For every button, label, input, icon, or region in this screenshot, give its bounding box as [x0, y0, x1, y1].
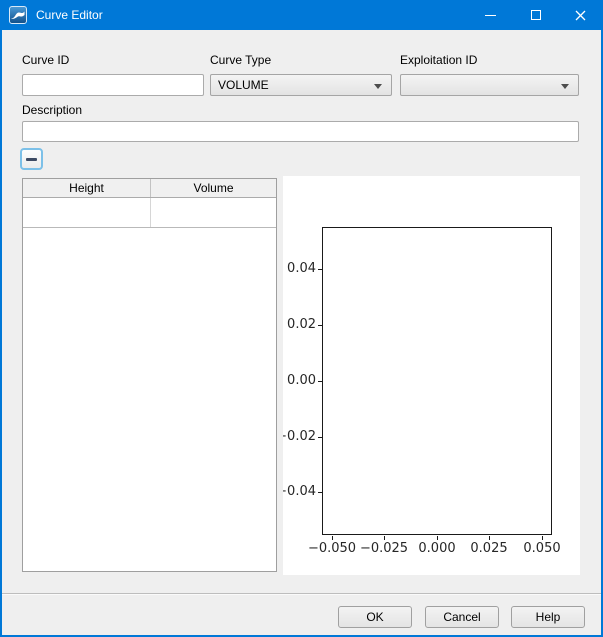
curve-type-label: Curve Type	[210, 53, 271, 67]
curve-plot: 0.04 0.02 0.00 −0.02 −0.04 −0.050 −0.025…	[283, 176, 580, 575]
minimize-icon	[485, 15, 496, 16]
x-tick-label: −0.025	[354, 540, 414, 558]
points-table[interactable]: Height Volume	[22, 178, 277, 572]
curve-id-label: Curve ID	[22, 53, 69, 67]
curve-type-value: VOLUME	[218, 78, 269, 92]
app-curve-icon	[9, 6, 27, 24]
maximize-icon	[531, 10, 541, 20]
y-tick	[318, 492, 322, 493]
description-label: Description	[22, 103, 82, 117]
y-tick-label: −0.02	[283, 428, 316, 446]
close-icon	[575, 10, 586, 21]
x-tick-label: 0.000	[407, 540, 467, 558]
cell-volume[interactable]	[151, 198, 276, 227]
minimize-button[interactable]	[468, 0, 513, 30]
ok-button[interactable]: OK	[338, 606, 412, 628]
chevron-down-icon	[561, 84, 569, 89]
y-tick-label: 0.04	[283, 260, 316, 278]
description-input[interactable]	[22, 121, 579, 142]
footer-separator-highlight	[2, 594, 601, 595]
curve-type-select[interactable]: VOLUME	[210, 74, 392, 96]
y-tick	[318, 325, 322, 326]
cancel-button[interactable]: Cancel	[425, 606, 499, 628]
curve-id-input[interactable]	[22, 74, 204, 96]
exploitation-id-label: Exploitation ID	[400, 53, 477, 67]
chevron-down-icon	[374, 84, 382, 89]
y-tick-label: −0.04	[283, 483, 316, 501]
column-header-volume[interactable]: Volume	[151, 179, 276, 197]
titlebar[interactable]: Curve Editor	[0, 0, 603, 30]
column-header-height[interactable]: Height	[23, 179, 151, 197]
help-button[interactable]: Help	[511, 606, 585, 628]
x-tick-label: −0.050	[302, 540, 362, 558]
remove-row-button[interactable]	[20, 148, 43, 170]
table-header: Height Volume	[23, 179, 276, 198]
y-tick	[318, 381, 322, 382]
x-tick-label: 0.025	[459, 540, 519, 558]
minus-icon	[26, 158, 37, 161]
x-tick-label: 0.050	[512, 540, 572, 558]
y-tick-label: 0.02	[283, 316, 316, 334]
y-tick-label: 0.00	[283, 372, 316, 390]
maximize-button[interactable]	[513, 0, 558, 30]
table-row[interactable]	[23, 198, 276, 228]
cell-height[interactable]	[23, 198, 151, 227]
window-title: Curve Editor	[36, 8, 468, 22]
plot-axes	[322, 227, 552, 535]
close-button[interactable]	[558, 0, 603, 30]
y-tick	[318, 269, 322, 270]
y-tick	[318, 437, 322, 438]
curve-editor-dialog: Curve Editor Curve ID Curve Type Exploit…	[0, 0, 603, 637]
exploitation-id-select[interactable]	[400, 74, 579, 96]
